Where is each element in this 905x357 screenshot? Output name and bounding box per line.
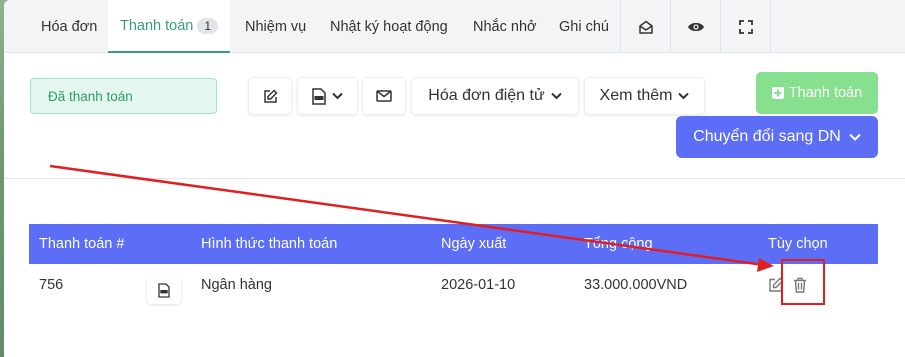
- payment-button[interactable]: Thanh toán: [756, 72, 878, 114]
- col-header-payment-method: Hình thức thanh toán: [201, 236, 338, 252]
- status-badge: Đã thanh toán: [30, 78, 217, 114]
- col-header-date: Ngày xuất: [441, 236, 507, 252]
- fullscreen-icon[interactable]: [720, 0, 770, 53]
- pencil-square-icon: [263, 88, 278, 103]
- chevron-down-icon: [849, 133, 861, 141]
- table-row: 756 Ngân hàng 2026-01-10 33.000.000VND: [29, 264, 878, 306]
- edit-button[interactable]: [248, 77, 292, 115]
- tab-payment[interactable]: Thanh toán 1: [108, 0, 231, 53]
- section-divider: [4, 178, 905, 179]
- einvoice-label: Hóa đơn điện tử: [428, 87, 545, 104]
- tab-tasks[interactable]: Nhiệm vụ: [245, 0, 306, 53]
- pdf-dropdown-button[interactable]: [297, 77, 358, 115]
- convert-to-customer-button[interactable]: Chuyển đổi sang DN: [676, 116, 878, 158]
- tab-notes[interactable]: Ghi chú: [559, 0, 609, 53]
- convert-label: Chuyển đổi sang DN: [693, 128, 841, 145]
- payments-table-header: Thanh toán # Hình thức thanh toán Ngày x…: [29, 224, 878, 264]
- pdf-file-icon: [312, 87, 326, 105]
- col-header-options: Tùy chọn: [768, 236, 828, 252]
- more-label: Xem thêm: [599, 87, 673, 104]
- trash-icon: [794, 277, 806, 293]
- plus-square-icon: [771, 87, 784, 99]
- row-delete-button[interactable]: [789, 274, 811, 296]
- tab-payment-count: 1: [197, 17, 219, 34]
- invoice-panel: Hóa đơn Thanh toán 1 Nhiệm vụ Nhật ký ho…: [4, 0, 905, 357]
- payment-button-label: Thanh toán: [788, 85, 863, 101]
- chevron-down-icon: [332, 92, 343, 100]
- payment-date: 2026-01-10: [441, 277, 516, 293]
- row-pdf-button[interactable]: [147, 276, 181, 304]
- envelope-icon: [376, 90, 392, 102]
- col-header-total: Tổng cộng: [584, 236, 653, 252]
- pdf-file-icon: [158, 282, 170, 298]
- tab-invoice[interactable]: Hóa đơn: [41, 0, 97, 53]
- tab-payment-label: Thanh toán: [120, 17, 194, 34]
- chevron-down-icon: [550, 92, 562, 100]
- email-button[interactable]: [362, 77, 406, 115]
- payment-number[interactable]: 756: [39, 264, 63, 306]
- more-dropdown-button[interactable]: Xem thêm: [584, 77, 705, 115]
- payment-method: Ngân hàng: [201, 277, 272, 293]
- pencil-square-icon: [769, 277, 784, 292]
- tab-activity-log[interactable]: Nhật ký hoạt động: [330, 0, 448, 53]
- einvoice-dropdown-button[interactable]: Hóa đơn điện tử: [411, 77, 579, 115]
- row-edit-button[interactable]: [765, 274, 787, 296]
- eye-icon[interactable]: [670, 0, 720, 53]
- tab-reminders[interactable]: Nhắc nhở: [473, 0, 537, 53]
- envelope-open-icon[interactable]: [620, 0, 670, 53]
- chevron-down-icon: [678, 92, 690, 100]
- payment-total: 33.000.000VND: [584, 277, 688, 293]
- tab-bar: Hóa đơn Thanh toán 1 Nhiệm vụ Nhật ký ho…: [4, 0, 905, 53]
- tab-divider: [770, 0, 771, 53]
- col-header-payment-number: Thanh toán #: [39, 236, 125, 252]
